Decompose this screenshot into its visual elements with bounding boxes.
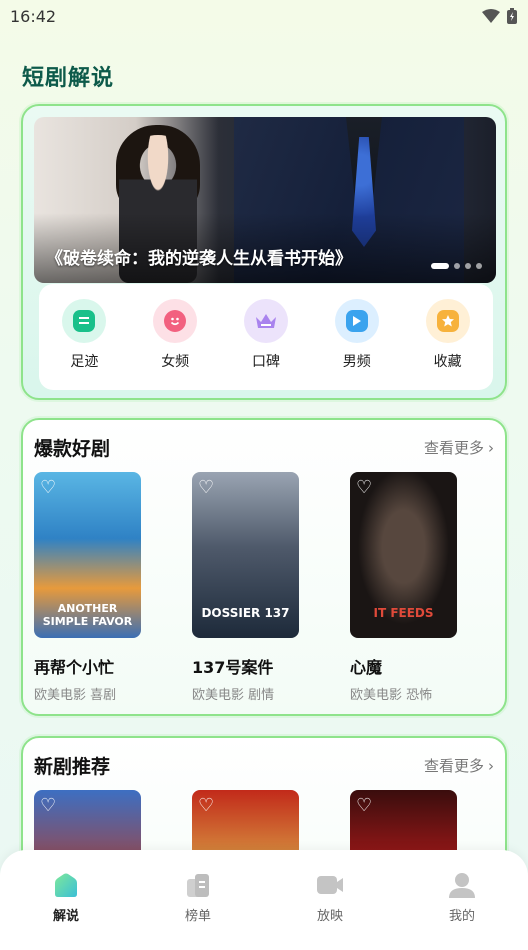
heart-add-icon[interactable]: ♡ (356, 478, 378, 498)
home-icon (55, 873, 77, 897)
movie-tags: 欧美电影 喜剧 (34, 688, 117, 703)
quick-action-favorites[interactable]: 收藏 (413, 299, 483, 390)
nav-item-commentary[interactable]: 解说 (26, 872, 106, 950)
heart-add-icon[interactable]: ♡ (198, 796, 220, 816)
smile-icon (153, 299, 198, 343)
see-more-link[interactable]: 查看更多 › (424, 755, 494, 776)
movie-tags: 欧美电影 恐怖 (350, 688, 433, 703)
quick-action-label: 口碑 (251, 354, 280, 370)
video-icon (317, 876, 343, 894)
quick-action-male[interactable]: 男频 (322, 299, 392, 390)
movie-title: 心魔 (350, 658, 383, 677)
user-icon (449, 873, 475, 898)
battery-icon (507, 8, 517, 24)
heart-add-icon[interactable]: ♡ (40, 796, 62, 816)
ranking-icon (187, 874, 209, 897)
bottom-nav: 解说 榜单 放映 我的 (0, 850, 528, 950)
footprint-icon (62, 299, 107, 343)
wifi-icon (482, 9, 500, 23)
quick-action-female[interactable]: 女频 (140, 299, 210, 390)
movie-tags: 欧美电影 剧情 (192, 688, 275, 703)
heart-add-icon[interactable]: ♡ (40, 478, 62, 498)
poster-image[interactable]: ♡ ANOTHER SIMPLE FAVOR (34, 472, 141, 638)
status-icons (482, 8, 518, 24)
carousel-dot[interactable] (454, 263, 460, 269)
poster-image[interactable]: ♡ IT FEEDS (350, 472, 457, 638)
quick-action-label: 足迹 (70, 354, 99, 370)
poster-text: ANOTHER SIMPLE FAVOR (42, 602, 133, 628)
poster-list: ♡ ANOTHER SIMPLE FAVOR 再帮个小忙 欧美电影 喜剧 ♡ D… (34, 472, 457, 703)
status-time: 16:42 (10, 6, 57, 26)
section-title: 新剧推荐 (34, 756, 111, 778)
nav-label: 放映 (316, 909, 343, 924)
see-more-link[interactable]: 查看更多 › (424, 437, 494, 458)
quick-action-label: 收藏 (433, 354, 462, 370)
heart-add-icon[interactable]: ♡ (356, 796, 378, 816)
star-icon (425, 299, 470, 343)
quick-action-label: 男频 (342, 354, 371, 370)
quick-actions: 足迹 女频 口碑 男频 收藏 (39, 284, 493, 390)
list-item[interactable]: ♡ IT FEEDS 心魔 欧美电影 恐怖 (350, 472, 457, 703)
carousel-dot[interactable] (476, 263, 482, 269)
nav-item-screening[interactable]: 放映 (290, 872, 370, 950)
status-bar: 16:42 (0, 0, 528, 32)
movie-title: 137号案件 (192, 658, 274, 677)
nav-item-ranking[interactable]: 榜单 (158, 872, 238, 950)
page-title: 短剧解说 (22, 66, 115, 91)
banner-caption: 《破卷续命：我的逆袭人生从看书开始》 (46, 249, 352, 269)
carousel-dot[interactable] (431, 263, 449, 269)
quick-action-label: 女频 (161, 354, 190, 370)
section-title: 爆款好剧 (34, 438, 111, 460)
poster-image[interactable]: ♡ DOSSIER 137 (192, 472, 299, 638)
banner-carousel[interactable]: 《破卷续命：我的逆袭人生从看书开始》 (34, 117, 496, 283)
quick-action-reputation[interactable]: 口碑 (231, 299, 301, 390)
nav-label: 解说 (52, 909, 79, 924)
quick-action-footprint[interactable]: 足迹 (49, 299, 119, 390)
nav-item-mine[interactable]: 我的 (422, 872, 502, 950)
poster-text: DOSSIER 137 (201, 606, 290, 620)
carousel-indicator (431, 263, 482, 269)
nav-label: 榜单 (184, 909, 211, 924)
nav-label: 我的 (448, 909, 475, 924)
carousel-dot[interactable] (465, 263, 471, 269)
hero-card: 《破卷续命：我的逆袭人生从看书开始》 足迹 女频 口碑 男频 收藏 (21, 104, 507, 400)
play-icon (334, 299, 379, 343)
chevron-right-icon: › (488, 438, 494, 457)
list-item[interactable]: ♡ DOSSIER 137 137号案件 欧美电影 剧情 (192, 472, 299, 703)
poster-text: IT FEEDS (373, 606, 434, 620)
chevron-right-icon: › (488, 756, 494, 775)
section-hot-dramas: 爆款好剧 查看更多 › ♡ ANOTHER SIMPLE FAVOR 再帮个小忙… (21, 418, 507, 716)
list-item[interactable]: ♡ ANOTHER SIMPLE FAVOR 再帮个小忙 欧美电影 喜剧 (34, 472, 141, 703)
crown-icon (243, 299, 288, 343)
movie-title: 再帮个小忙 (34, 658, 115, 677)
heart-add-icon[interactable]: ♡ (198, 478, 220, 498)
